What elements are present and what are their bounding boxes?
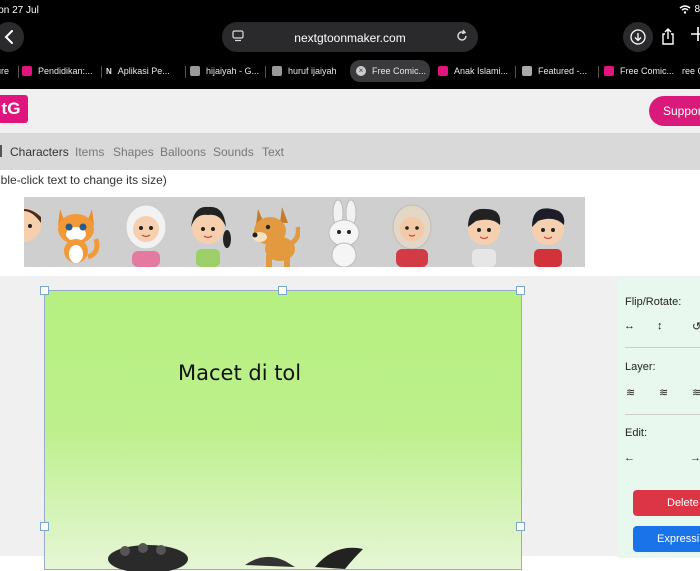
tab-label: ure [0, 66, 10, 76]
tab-label: Featured -... [538, 66, 588, 76]
favicon-icon [604, 66, 614, 76]
tab-label: Aplikasi Pe... [117, 66, 170, 76]
partial-object-left[interactable] [103, 539, 193, 571]
site-header: tG Support [0, 89, 700, 133]
partial-object-right[interactable] [245, 541, 375, 571]
tool-panel: Flip/Rotate: ↔ ↕ ↺ Layer: ≋ ≋ ≋ Edit: ← … [617, 278, 700, 558]
share-button[interactable] [660, 28, 676, 51]
plus-icon [691, 27, 700, 41]
resize-handle-top[interactable] [278, 286, 287, 295]
downloads-button[interactable] [623, 22, 653, 52]
tab-7[interactable]: Featured -... [522, 60, 596, 82]
favicon-icon [272, 66, 282, 76]
tab-8[interactable]: Free Comic... [604, 60, 680, 82]
browser-toolbar: nextgtoonmaker.com [0, 20, 700, 56]
resize-handle-top-right[interactable] [516, 286, 525, 295]
layer-back-icon[interactable]: ≋ [626, 386, 635, 399]
tab-0[interactable]: ure [0, 60, 18, 82]
character-dog[interactable] [244, 199, 300, 267]
tab-4[interactable]: huruf ijaiyah [272, 60, 348, 82]
tab-label: huruf ijaiyah [288, 66, 337, 76]
tab-label: ree C [682, 66, 700, 76]
favicon-icon [522, 66, 532, 76]
tab-shapes[interactable]: Shapes [113, 145, 154, 159]
tab-label: Free Comic... [620, 66, 675, 76]
resize-handle-top-left[interactable] [40, 286, 49, 295]
favicon-icon [438, 66, 448, 76]
tab-3[interactable]: hijaiyah - G... [190, 60, 262, 82]
tab-items[interactable]: Items [75, 145, 104, 159]
edit-label: Edit: [625, 427, 648, 439]
comic-canvas[interactable] [44, 290, 522, 571]
reload-icon[interactable] [455, 29, 469, 43]
share-icon [662, 28, 674, 45]
site-logo[interactable]: tG [0, 95, 28, 123]
tab-sounds[interactable]: Sounds [213, 145, 254, 159]
character-hijab-woman[interactable] [384, 199, 440, 267]
delete-button[interactable]: Delete [633, 490, 700, 516]
menu-bar-icon[interactable] [0, 145, 2, 157]
tab-text[interactable]: Text [262, 145, 284, 159]
url-text: nextgtoonmaker.com [294, 31, 406, 45]
status-time: ion 27 Jul [0, 5, 39, 16]
flip-vertical-icon[interactable]: ↕ [657, 320, 663, 332]
close-tab-icon[interactable]: × [356, 66, 366, 76]
resize-handle-right[interactable] [516, 522, 525, 531]
arrow-right-icon[interactable]: → [690, 452, 700, 464]
character-rabbit[interactable] [316, 199, 372, 267]
battery-label: 8 [694, 4, 700, 15]
tab-5-active[interactable]: × Free Comic... [350, 60, 430, 82]
layer-label: Layer: [625, 361, 656, 373]
tab-label: Anak Islami... [454, 66, 509, 76]
hint-text: uble-click text to change its size) [0, 173, 167, 187]
wifi-icon [679, 5, 691, 14]
canvas-caption-text[interactable]: Macet di tol [178, 361, 301, 385]
character-boy-red-shirt[interactable] [520, 199, 576, 267]
rotate-icon[interactable]: ↺ [692, 320, 700, 333]
flip-rotate-label: Flip/Rotate: [625, 296, 682, 308]
arrow-left-icon[interactable]: ← [624, 452, 635, 464]
status-icons: 8 [679, 4, 700, 15]
notion-icon: N [106, 66, 112, 76]
tab-2[interactable]: N Aplikasi Pe... [106, 60, 182, 82]
character-picker [24, 197, 585, 267]
character-boy[interactable] [456, 199, 512, 267]
support-button[interactable]: Support [649, 96, 700, 126]
chevron-left-icon [4, 30, 13, 44]
character-cat[interactable] [48, 199, 104, 267]
tab-9[interactable]: ree C [682, 60, 700, 82]
status-bar: ion 27 Jul 8 [0, 0, 700, 20]
tab-balloons[interactable]: Balloons [160, 145, 206, 159]
flip-horizontal-icon[interactable]: ↔ [624, 320, 635, 332]
new-tab-button[interactable] [690, 26, 700, 47]
favicon-icon [190, 66, 200, 76]
character-hijab-girl[interactable] [118, 199, 174, 267]
address-bar[interactable]: nextgtoonmaker.com [222, 22, 478, 52]
resize-handle-left[interactable] [40, 522, 49, 531]
tab-label: hijaiyah - G... [206, 66, 260, 76]
layer-front-icon[interactable]: ≋ [692, 386, 700, 399]
character-girl-pigtails[interactable] [180, 199, 236, 267]
tab-1[interactable]: Pendidikan:... [22, 60, 98, 82]
back-button[interactable] [0, 22, 24, 52]
tab-6[interactable]: Anak Islami... [438, 60, 514, 82]
tab-bar: ure Pendidikan:... N Aplikasi Pe... hija… [0, 56, 700, 89]
category-tabs: Characters Items Shapes Balloons Sounds … [0, 133, 700, 170]
download-icon [630, 29, 646, 45]
favicon-icon [22, 66, 32, 76]
tab-label: Pendidikan:... [38, 66, 93, 76]
tab-characters[interactable]: Characters [10, 145, 69, 159]
expression-button[interactable]: Expressi [633, 526, 700, 552]
tab-label: Free Comic... [372, 66, 427, 76]
layer-stack-icon[interactable]: ≋ [659, 386, 668, 399]
